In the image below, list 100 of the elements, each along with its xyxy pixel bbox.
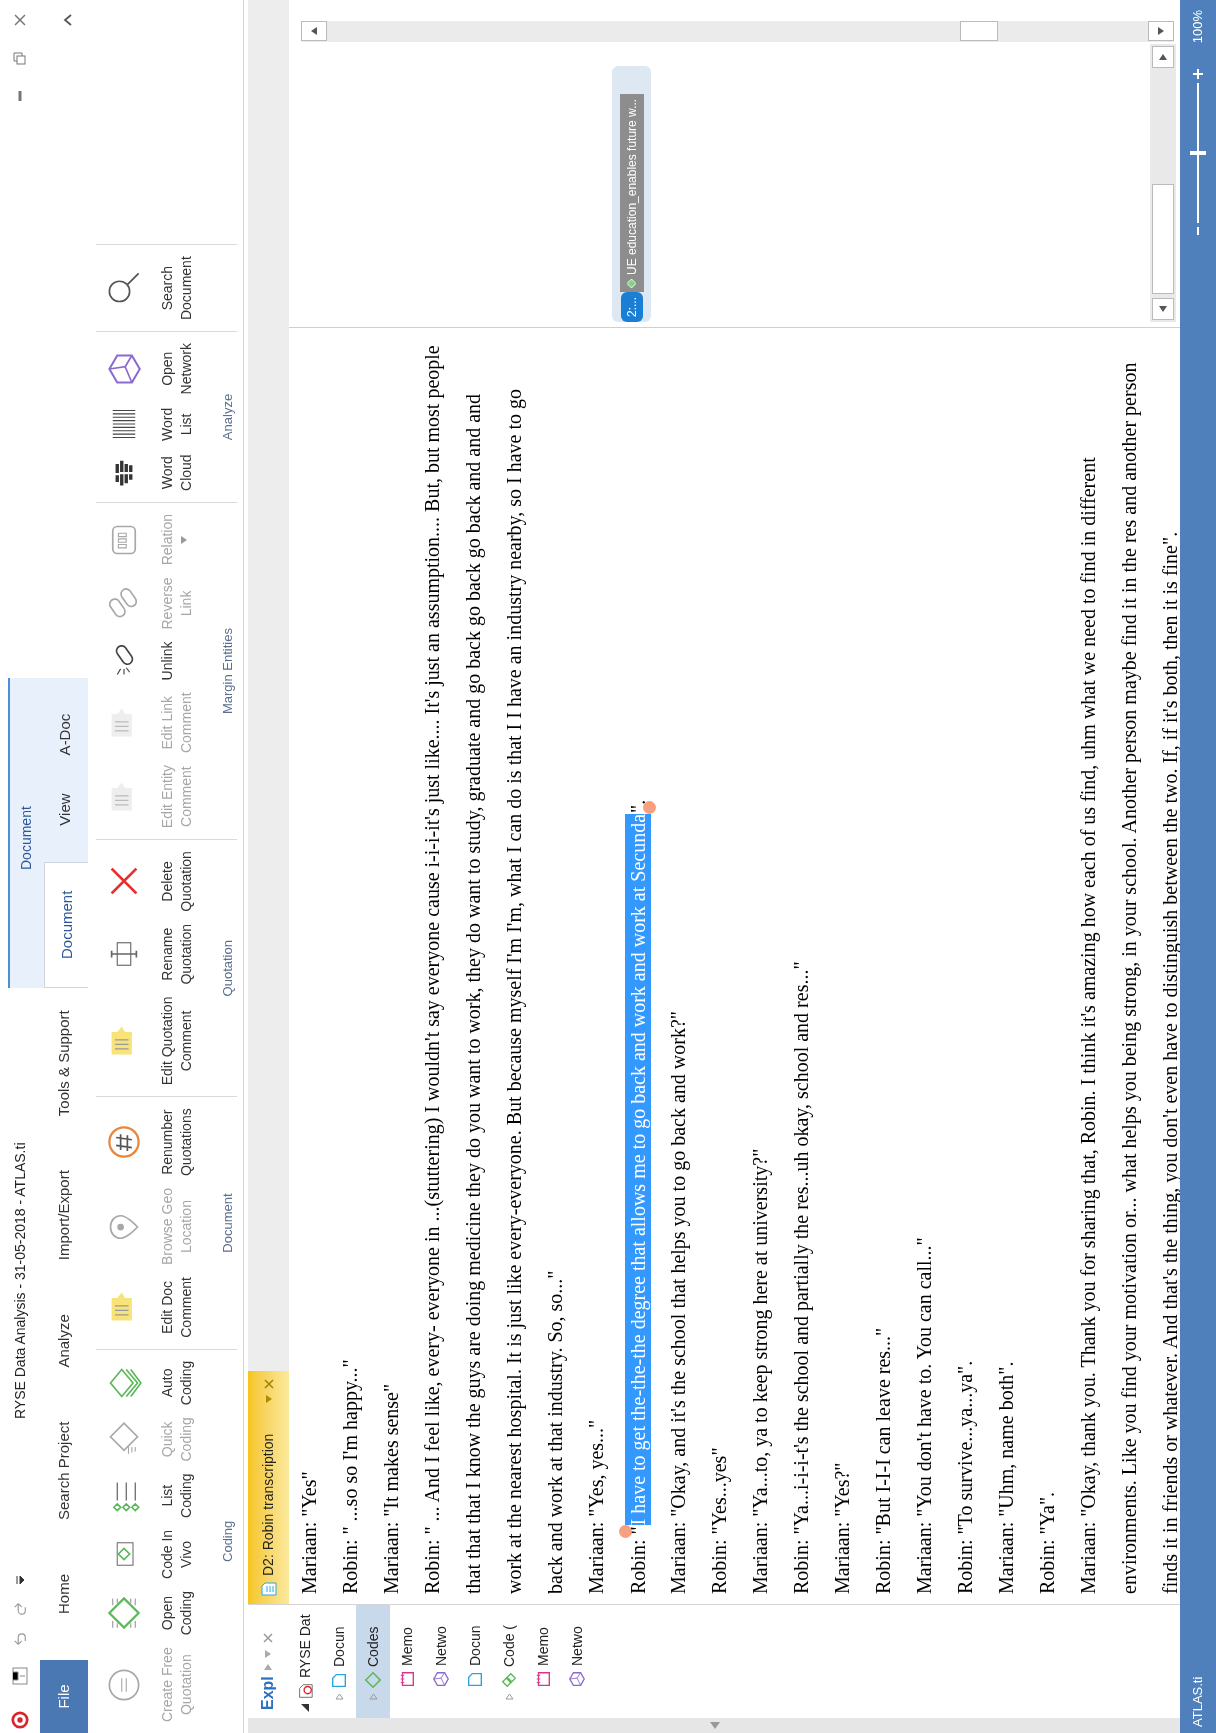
panel-title: Expl xyxy=(258,1676,277,1710)
horizontal-scrollbar[interactable] xyxy=(1150,44,1176,322)
vertical-scrollbar[interactable] xyxy=(301,21,1174,42)
code-icon xyxy=(364,1671,382,1689)
tree-item[interactable]: Codes xyxy=(356,1605,390,1718)
ribbon-button[interactable]: Open Coding xyxy=(96,1585,196,1641)
menu-tab[interactable]: File xyxy=(40,1660,88,1733)
transcript-tab[interactable]: D2: Robin transcription xyxy=(248,1371,289,1604)
ribbon-button[interactable]: Edit Quotation Comment xyxy=(96,991,196,1091)
ribbon-button[interactable]: Word Cloud xyxy=(96,449,196,496)
close-icon xyxy=(263,1379,274,1389)
memo-icon xyxy=(398,1670,416,1688)
transcript-paragraph: Mariaan: "Yes?" xyxy=(830,1461,854,1594)
transcript-paragraph: Robin: "But I-I-I can leave res..." xyxy=(871,1326,895,1594)
restore-icon xyxy=(13,51,27,65)
ribbon-button[interactable]: Edit Doc Comment xyxy=(96,1272,196,1343)
ribbon-button[interactable]: Rename Quotation xyxy=(96,918,196,990)
dropdown-caret-icon xyxy=(265,1650,271,1659)
menu-tab[interactable]: Import/Export xyxy=(40,1168,88,1263)
transcript-paragraph: Robin: " ...so so I'm happy..." xyxy=(338,1358,363,1594)
scroll-thumb[interactable] xyxy=(1152,184,1174,294)
menu-tab[interactable]: Tools & Support xyxy=(40,1008,88,1119)
network-icon xyxy=(568,1670,586,1688)
ribbon-button[interactable]: List Coding xyxy=(96,1468,196,1523)
network-icon xyxy=(432,1670,450,1688)
arrow-icon xyxy=(1159,54,1167,60)
status-text: ATLAS.ti xyxy=(1189,1676,1207,1727)
ribbon-button[interactable]: Code In Vivo xyxy=(96,1524,196,1584)
tree-item[interactable]: Code ( xyxy=(492,1605,526,1718)
ribbon-button[interactable]: Search Document xyxy=(96,251,196,326)
tree-item[interactable]: Docun xyxy=(322,1605,356,1718)
close-icon xyxy=(13,13,27,27)
tree-item[interactable]: RYSE Dat xyxy=(288,1605,322,1718)
plus-icon xyxy=(1193,69,1203,80)
transcript-text: Robin: " xyxy=(625,1526,650,1594)
app-logo-icon xyxy=(11,1711,29,1729)
margin-code-tag[interactable]: 2:... UE education_enables future w... xyxy=(612,66,651,322)
arrow-icon xyxy=(1158,27,1164,36)
transcript-paragraph: Robin: "Yes...yes" xyxy=(707,1446,732,1594)
quotation-badge: 2:... xyxy=(620,292,643,322)
restore-button[interactable] xyxy=(12,50,28,66)
group-label: Quotation xyxy=(219,940,236,997)
scroll-down-button[interactable] xyxy=(1148,21,1174,42)
arrow-icon xyxy=(311,27,317,36)
minus-icon xyxy=(1194,227,1202,236)
menu-tab[interactable]: Search Project xyxy=(40,1419,88,1522)
selection-handle[interactable] xyxy=(643,800,656,814)
transcript-paragraph: Robin: "Ya...i-i-i-t's the school and partially the res...uh okay, school and res..." xyxy=(789,960,814,1594)
tree-item[interactable]: Netwo xyxy=(424,1605,458,1718)
zoom-slider[interactable] xyxy=(1188,83,1208,224)
scroll-thumb[interactable] xyxy=(960,21,998,42)
scroll-up-button[interactable] xyxy=(301,21,327,42)
ribbon-button[interactable]: Word List xyxy=(96,401,196,448)
save-icon xyxy=(11,1665,29,1687)
dropdown-caret-icon xyxy=(265,1395,272,1403)
diamond-icon xyxy=(106,1595,142,1632)
ribbon-button[interactable]: Auto Coding xyxy=(96,1355,196,1411)
collapse-arrow-icon xyxy=(710,1722,720,1729)
group-label: Document xyxy=(219,1193,236,1253)
slider-thumb[interactable] xyxy=(1190,151,1206,156)
transcript-paragraph: Mariaan: "Yes, yes..." xyxy=(584,1418,609,1594)
ribbon-button[interactable]: Renumber Quotations xyxy=(96,1103,196,1181)
close-button[interactable] xyxy=(262,1632,274,1645)
group-label: Coding xyxy=(219,1520,236,1562)
hash-icon xyxy=(106,1124,142,1161)
selection-handle[interactable] xyxy=(619,1525,632,1539)
transcript-text: ". xyxy=(625,799,650,813)
project-icon xyxy=(296,1682,314,1700)
menu-tab[interactable]: Analyze xyxy=(40,1312,88,1370)
customize-icon xyxy=(15,1575,25,1585)
document-icon xyxy=(330,1671,348,1689)
diamond-icon xyxy=(627,279,636,288)
arrow-icon xyxy=(264,1664,272,1671)
zoom-level: 100% xyxy=(1189,10,1207,44)
transcript-paragraph: Mariaan: "Okay, thank you. Thank you for sharing that, Robin. I think it's amazing how each of us find, uhm what we need to find in different environments. Like you find your motivation or... what helps you being strong, in your school. Another person maybe find it in the res and another person finds it in friends or whatever. And that's the thing, you don't even have to distinguish between the two. If, if it's both, then it is fine". xyxy=(1076,361,1182,1594)
menu-tab[interactable]: Document xyxy=(44,861,90,988)
close-button[interactable] xyxy=(12,12,28,28)
expanded-arrow-icon xyxy=(301,1704,309,1712)
tree-item[interactable]: Docun xyxy=(458,1605,492,1718)
caret-icon xyxy=(63,14,73,26)
scroll-right-button[interactable] xyxy=(1152,46,1174,68)
tree-item[interactable]: Memo xyxy=(390,1605,424,1718)
collapsed-arrow-icon xyxy=(504,1693,514,1700)
menu-tab[interactable]: View xyxy=(42,791,88,828)
transcript-paragraph: Mariaan: "Okay, and it's the school that helps you to go back and work?" xyxy=(666,1010,691,1594)
transcript-paragraph: Mariaan: "Uhm, name both". xyxy=(994,1360,1018,1594)
document-icon xyxy=(260,1582,277,1596)
transcript-paragraph: Mariaan: "Ya...to, ya to keep strong here at university?" xyxy=(748,1147,773,1594)
scroll-left-button[interactable] xyxy=(1152,298,1174,320)
window-title: RYSE Data Analysis - 31-05-2018 - ATLAS.ti xyxy=(10,1142,29,1419)
ribbon-button[interactable]: Open Network xyxy=(96,338,196,400)
group-label: Analyze xyxy=(219,393,236,441)
transcript-paragraph: Mariaan: "It makes sense" xyxy=(379,1382,403,1594)
ribbon-button[interactable]: Delete Quotation xyxy=(96,846,196,917)
menu-tab[interactable]: A-Doc xyxy=(42,711,88,758)
menu-tab[interactable]: Home xyxy=(40,1572,88,1616)
close-icon xyxy=(263,1633,273,1644)
tree-item[interactable]: Netwo xyxy=(560,1605,594,1718)
tree-item[interactable]: Memo xyxy=(526,1605,560,1718)
ribbon-button[interactable]: Unlink xyxy=(96,636,177,686)
